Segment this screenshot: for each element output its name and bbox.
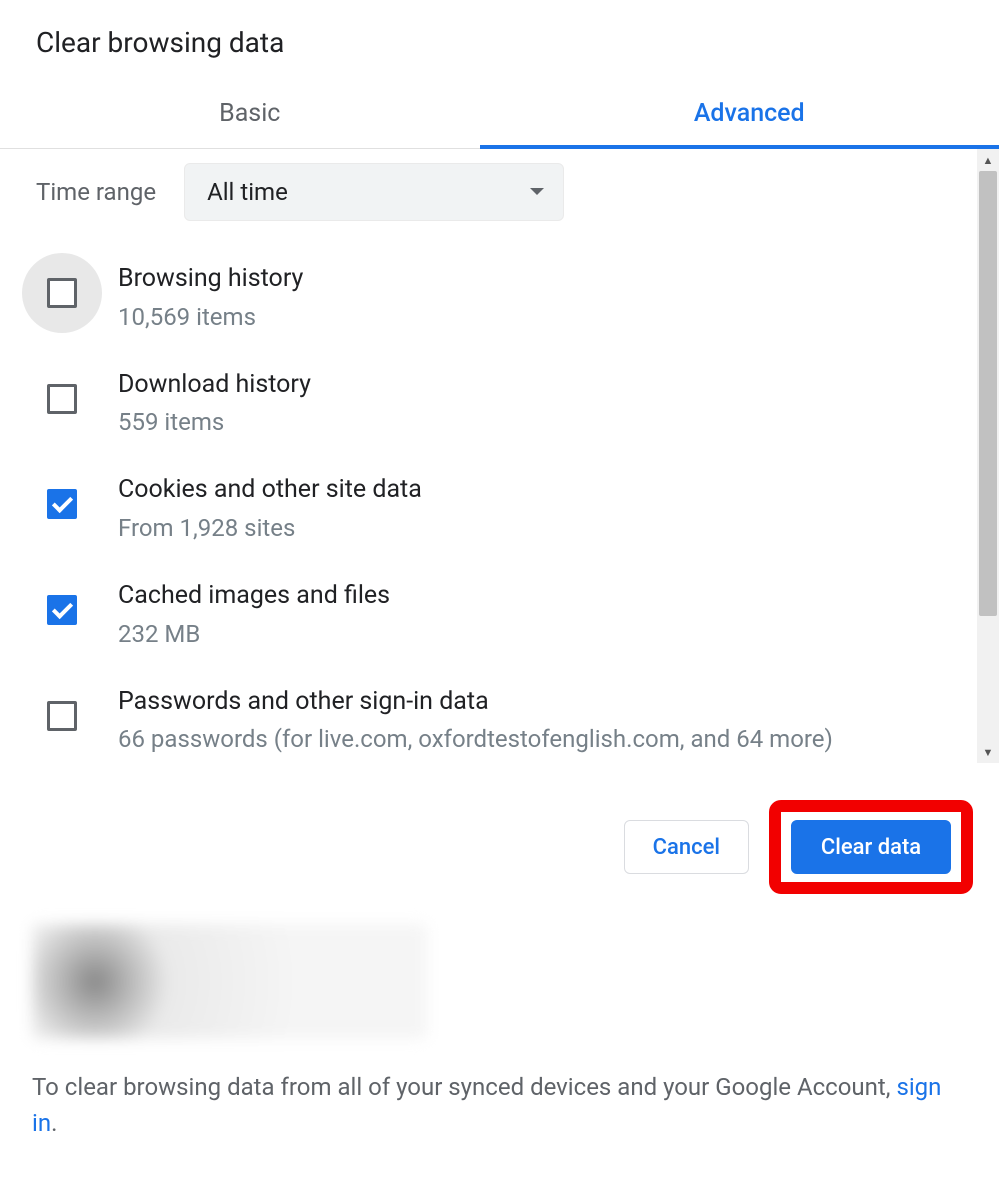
item-sublabel: 232 MB — [118, 619, 390, 650]
checkbox-wrap — [42, 590, 82, 630]
time-range-selected: All time — [207, 178, 288, 206]
list-item: Passwords and other sign-in data 66 passw… — [34, 668, 943, 763]
item-sublabel: 10,569 items — [118, 302, 303, 333]
sync-hint-text-pre: To clear browsing data from all of your … — [32, 1073, 896, 1101]
scroll-down-icon[interactable]: ▼ — [977, 741, 999, 763]
scroll-area: Time range All time Browsing history 10,5… — [0, 149, 999, 764]
dialog-title: Clear browsing data — [0, 0, 999, 81]
checkbox[interactable] — [47, 701, 77, 731]
item-text: Cookies and other site data From 1,928 si… — [118, 474, 422, 544]
checkbox-wrap — [42, 696, 82, 736]
list-item: Cookies and other site data From 1,928 si… — [34, 456, 943, 562]
account-info-blurred — [32, 924, 427, 1039]
checkbox-wrap — [42, 379, 82, 419]
button-row: Cancel Clear data — [0, 764, 999, 924]
list-item: Cached images and files 232 MB — [34, 562, 943, 668]
time-range-dropdown[interactable]: All time — [184, 163, 564, 221]
clear-browsing-data-dialog: Clear browsing data Basic Advanced Time … — [0, 0, 999, 1200]
item-label: Cached images and files — [118, 580, 390, 613]
checkbox[interactable] — [47, 595, 77, 625]
tabs: Basic Advanced — [0, 81, 999, 149]
list-item: Download history 559 items — [34, 351, 943, 457]
item-text: Passwords and other sign-in data 66 passw… — [118, 686, 833, 756]
checkbox-wrap — [42, 273, 82, 313]
footer: To clear browsing data from all of your … — [0, 924, 999, 1181]
sync-hint-text-post: . — [51, 1109, 57, 1137]
checkbox-wrap — [42, 484, 82, 524]
item-label: Cookies and other site data — [118, 474, 422, 507]
item-text: Cached images and files 232 MB — [118, 580, 390, 650]
time-range-row: Time range All time — [34, 149, 943, 245]
tab-advanced[interactable]: Advanced — [500, 81, 999, 148]
item-sublabel: 66 passwords (for live.com, oxfordtestof… — [118, 724, 833, 755]
item-sublabel: From 1,928 sites — [118, 513, 422, 544]
scroll-track[interactable] — [977, 171, 999, 741]
content: Time range All time Browsing history 10,5… — [0, 149, 977, 763]
tab-basic[interactable]: Basic — [0, 81, 500, 148]
checkbox[interactable] — [47, 384, 77, 414]
checkbox[interactable] — [47, 278, 77, 308]
scroll-thumb[interactable] — [979, 171, 997, 616]
item-sublabel: 559 items — [118, 407, 311, 438]
item-label: Passwords and other sign-in data — [118, 686, 833, 719]
item-label: Download history — [118, 369, 311, 402]
item-text: Download history 559 items — [118, 369, 311, 439]
cancel-button[interactable]: Cancel — [624, 820, 749, 874]
scrollbar[interactable]: ▲ ▼ — [977, 149, 999, 763]
highlight-annotation: Clear data — [769, 800, 973, 894]
caret-down-icon — [529, 187, 545, 197]
item-label: Browsing history — [118, 263, 303, 296]
item-text: Browsing history 10,569 items — [118, 263, 303, 333]
time-range-label: Time range — [36, 178, 156, 206]
list-item: Browsing history 10,569 items — [34, 245, 943, 351]
checkbox[interactable] — [47, 489, 77, 519]
scroll-up-icon[interactable]: ▲ — [977, 149, 999, 171]
sync-hint: To clear browsing data from all of your … — [32, 1069, 967, 1141]
clear-data-button[interactable]: Clear data — [791, 820, 951, 874]
